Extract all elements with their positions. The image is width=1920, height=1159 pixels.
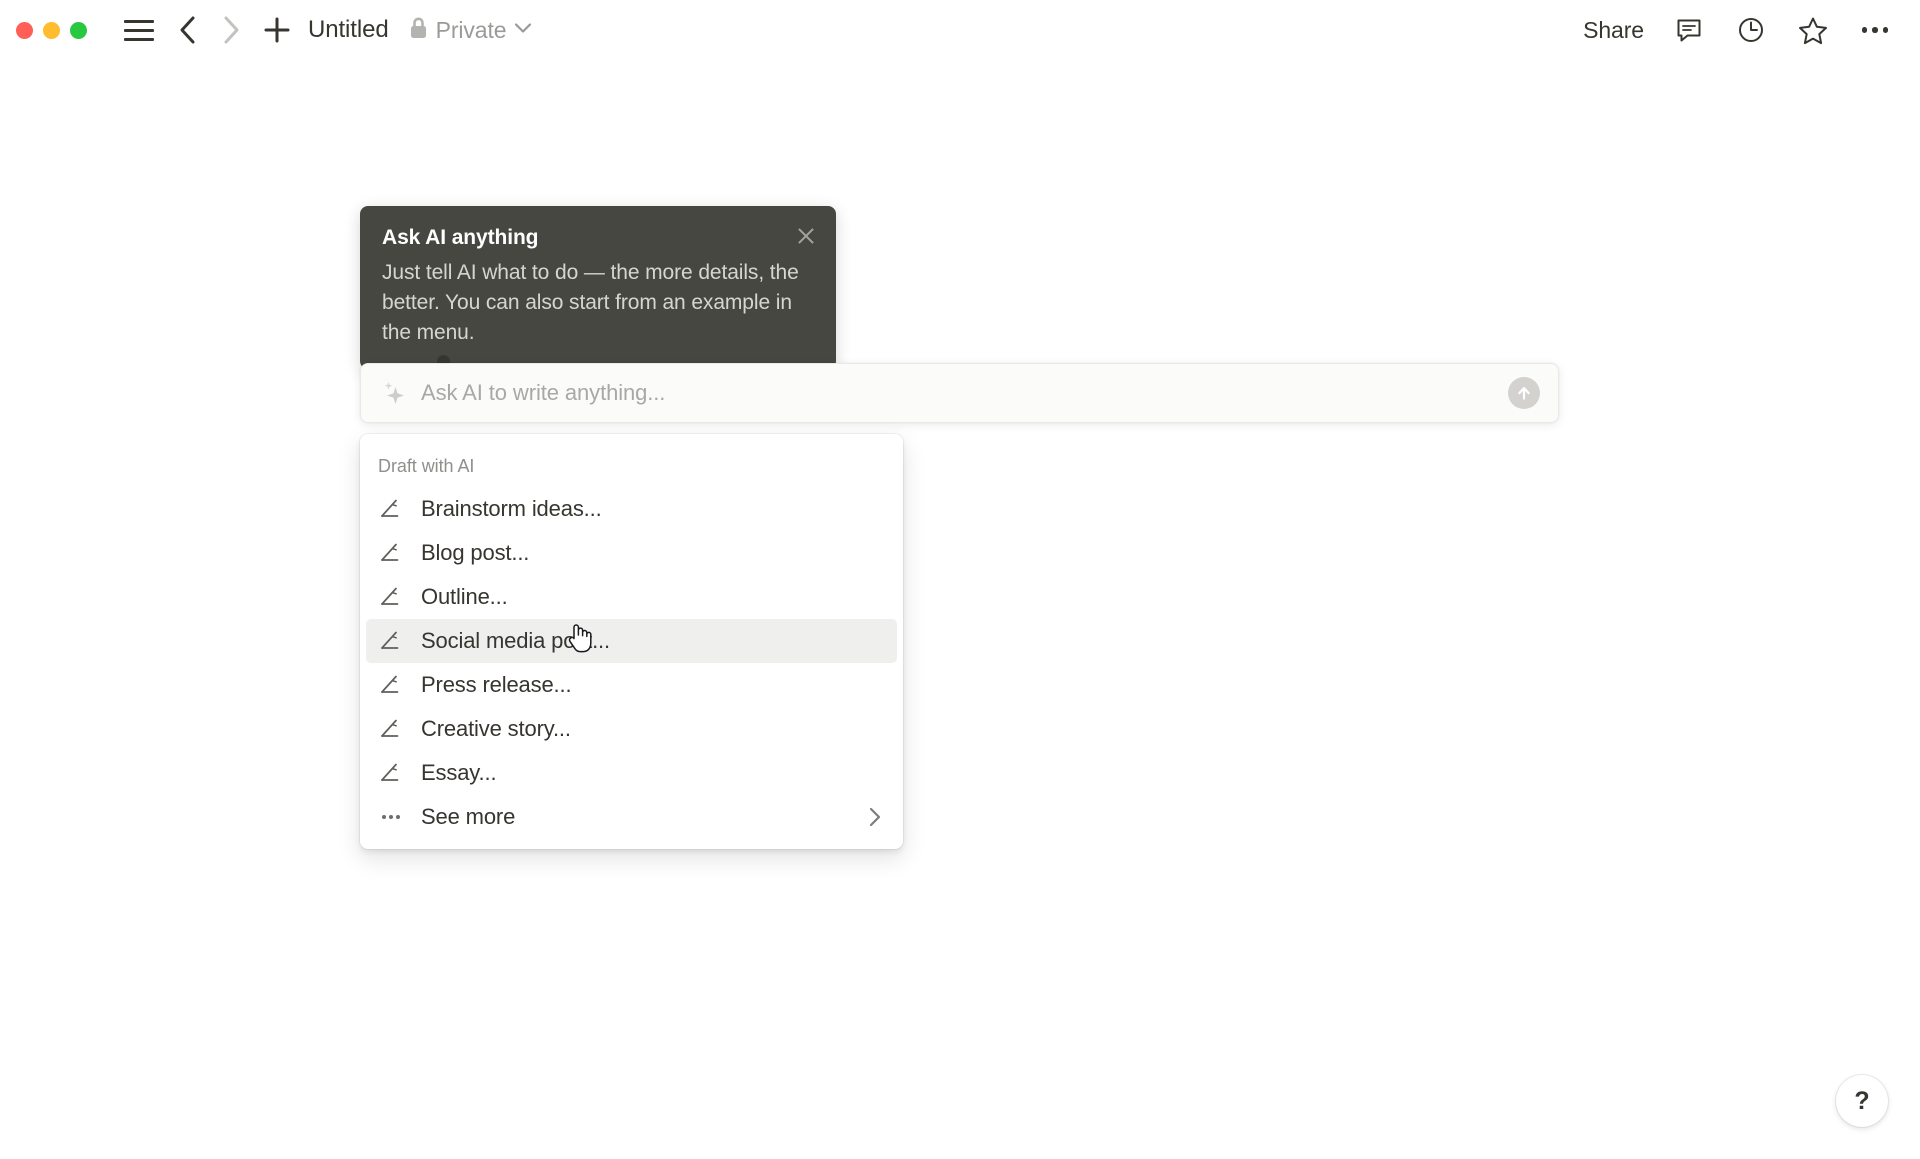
pencil-icon <box>378 628 404 654</box>
question-mark-icon: ? <box>1854 1086 1870 1115</box>
hamburger-icon[interactable] <box>124 17 154 43</box>
menu-item-social-media-post[interactable]: Social media post... <box>366 619 897 663</box>
sparkle-icon <box>381 380 407 406</box>
menu-item-creative-story[interactable]: Creative story... <box>366 707 897 751</box>
ask-ai-tooltip: Ask AI anything Just tell AI what to do … <box>360 206 836 370</box>
menu-item-label: Creative story... <box>421 716 571 741</box>
pencil-icon <box>378 672 404 698</box>
chevron-left-icon[interactable] <box>170 13 204 47</box>
comment-icon[interactable] <box>1672 13 1706 47</box>
lock-icon <box>409 16 428 45</box>
chevron-right-icon[interactable] <box>214 13 248 47</box>
hamburger-bar <box>124 19 154 23</box>
menu-item-essay[interactable]: Essay... <box>366 751 897 795</box>
pencil-icon <box>378 496 404 522</box>
help-button[interactable]: ? <box>1836 1075 1888 1127</box>
menu-item-label: Essay... <box>421 760 497 785</box>
pencil-icon <box>378 760 404 786</box>
menu-item-label: Outline... <box>421 584 508 609</box>
ellipsis-horizontal-icon <box>378 804 404 830</box>
window-minimize-button[interactable] <box>43 21 60 39</box>
menu-item-see-more[interactable]: See more <box>366 795 897 839</box>
hamburger-bar <box>124 28 154 32</box>
clock-icon[interactable] <box>1734 13 1768 47</box>
menu-item-outline[interactable]: Outline... <box>366 575 897 619</box>
ellipsis-icon[interactable] <box>1858 13 1892 47</box>
tooltip-title: Ask AI anything <box>382 226 539 249</box>
menu-item-label: Press release... <box>421 672 572 697</box>
pencil-icon <box>378 540 404 566</box>
window-maximize-button[interactable] <box>70 21 87 39</box>
menu-item-label: Brainstorm ideas... <box>421 496 602 521</box>
menu-item-label: See more <box>421 804 516 829</box>
tooltip-body: Just tell AI what to do — the more detai… <box>382 261 799 344</box>
window-close-button[interactable] <box>16 21 33 39</box>
menu-item-blog-post[interactable]: Blog post... <box>366 531 897 575</box>
menu-item-label: Social media post... <box>421 628 610 653</box>
menu-item-brainstorm-ideas[interactable]: Brainstorm ideas... <box>366 487 897 531</box>
share-button[interactable]: Share <box>1583 17 1644 44</box>
menu-item-press-release[interactable]: Press release... <box>366 663 897 707</box>
draft-with-ai-menu: Draft with AI Brainstorm ideas... Blog p… <box>360 434 903 849</box>
titlebar-actions: Share <box>1583 13 1892 47</box>
ask-ai-placeholder[interactable]: Ask AI to write anything... <box>421 380 1508 406</box>
chevron-right-icon <box>865 807 885 827</box>
pencil-icon <box>378 716 404 742</box>
ellipsis-dots <box>1861 27 1889 33</box>
send-button[interactable] <box>1508 377 1540 409</box>
app-window: Untitled Private Share Ask AI anything J… <box>0 0 1920 1159</box>
ask-ai-input-bar[interactable]: Ask AI to write anything... <box>360 363 1559 423</box>
privacy-label: Private <box>435 16 507 43</box>
chevron-down-icon <box>514 21 532 39</box>
close-icon[interactable] <box>794 224 818 248</box>
plus-icon[interactable] <box>260 13 294 47</box>
menu-item-label: Blog post... <box>421 540 530 565</box>
page-title[interactable]: Untitled <box>308 16 389 44</box>
titlebar: Untitled Private Share <box>0 0 1920 60</box>
menu-section-label: Draft with AI <box>378 456 475 476</box>
hamburger-bar <box>124 37 154 41</box>
privacy-selector[interactable]: Private <box>409 16 533 45</box>
star-icon[interactable] <box>1796 13 1830 47</box>
pencil-icon <box>378 584 404 610</box>
traffic-lights <box>16 21 87 39</box>
